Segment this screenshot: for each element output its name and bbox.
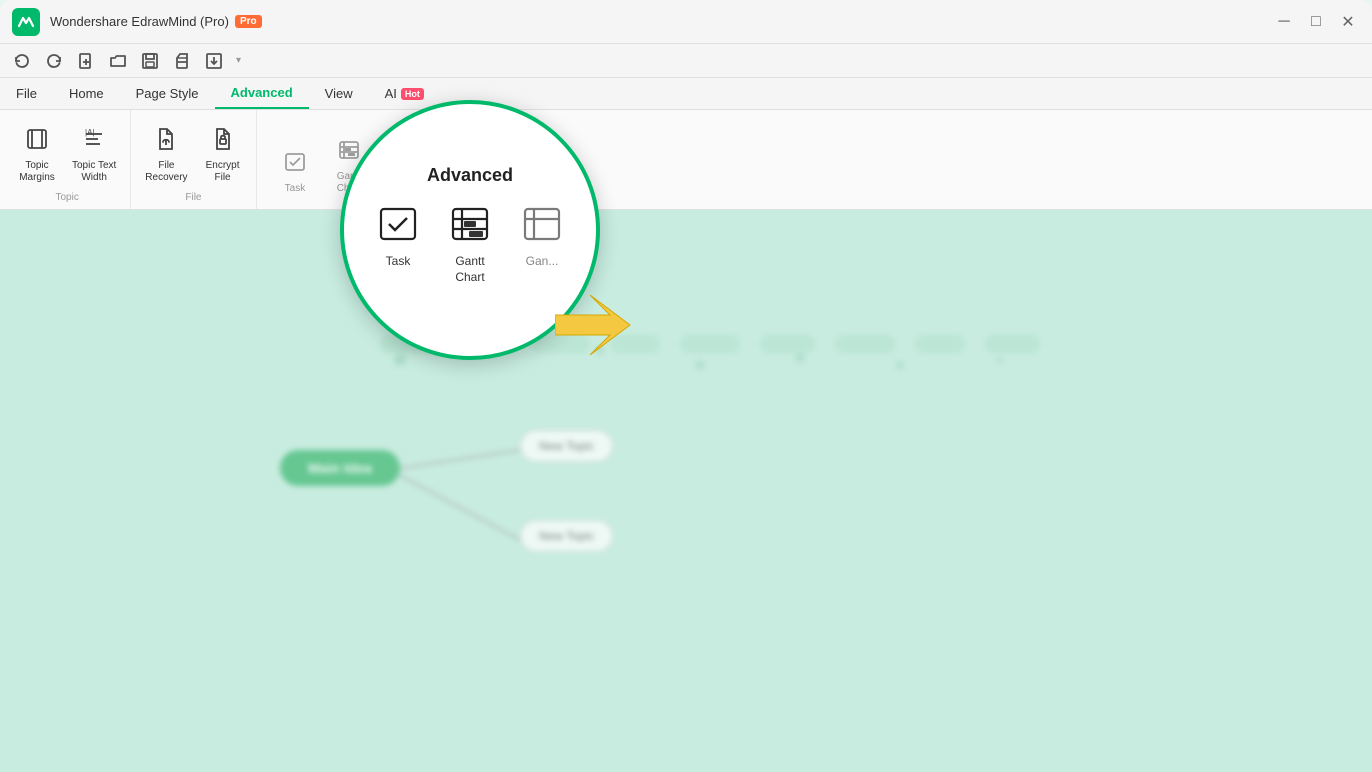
topic-margins-icon [25,127,49,157]
file-recovery-label: FileRecovery [145,160,187,184]
magnify-gantt2-item: Gan... [518,200,566,270]
magnify-gantt2-icon [518,200,566,248]
mindmap-container: Main Idea New Topic New Topic [0,210,1372,772]
export-button[interactable] [200,47,228,75]
encrypt-file-icon [211,127,235,157]
print-button[interactable] [168,47,196,75]
app-logo [12,8,40,36]
ai-hot-badge: Hot [401,88,424,100]
open-button[interactable] [104,47,132,75]
task-icon [283,150,307,180]
encrypt-file-label: EncryptFile [206,160,240,184]
menu-bar: File Home Page Style Advanced View AI Ho… [0,78,1372,110]
menu-file[interactable]: File [0,78,53,109]
topic-text-width-label: Topic TextWidth [72,160,116,184]
arrow-pointer [555,295,635,355]
undo-button[interactable] [8,47,36,75]
magnify-task-icon [374,200,422,248]
svg-text:|A|: |A| [85,128,95,137]
app-title: Wondershare EdrawMind (Pro) [50,14,229,29]
task-label: Task [285,183,306,195]
file-recovery-icon [154,127,178,157]
canvas-area[interactable]: Main Idea New Topic New Topic [0,210,1372,772]
magnify-title: Advanced [427,165,513,186]
branch-node-2: New Topic [520,520,613,552]
branch-node-1: New Topic [520,430,613,462]
close-button[interactable]: ✕ [1336,10,1360,34]
file-group-label: File [185,188,201,205]
magnify-gantt-label: GanttChart [455,254,484,285]
title-bar: Wondershare EdrawMind (Pro) Pro ─ □ ✕ [0,0,1372,44]
pro-badge: Pro [235,15,262,28]
menu-ai[interactable]: AI Hot [369,78,440,109]
menu-view[interactable]: View [309,78,369,109]
redo-button[interactable] [40,47,68,75]
magnify-items: Task GanttChart [374,200,566,285]
magnify-task-item: Task [374,200,422,270]
window-controls: ─ □ ✕ [1272,10,1360,34]
task-button[interactable]: Task [270,146,320,199]
export-dropdown-arrow[interactable]: ▾ [232,55,245,66]
maximize-button[interactable]: □ [1304,10,1328,34]
new-file-button[interactable] [72,47,100,75]
menu-home[interactable]: Home [53,78,120,109]
magnify-gantt2-label: Gan... [526,254,559,270]
magnify-gantt-icon [446,200,494,248]
file-recovery-button[interactable]: FileRecovery [139,123,193,188]
save-button[interactable] [136,47,164,75]
ribbon: TopicMargins |A| Topic TextWidth Topic [0,110,1372,210]
encrypt-file-button[interactable]: EncryptFile [198,123,248,188]
topic-margins-button[interactable]: TopicMargins [12,123,62,188]
topic-text-width-button[interactable]: |A| Topic TextWidth [66,123,122,188]
minimize-button[interactable]: ─ [1272,10,1296,34]
topic-text-width-icon: |A| [82,127,106,157]
ribbon-group-topic: TopicMargins |A| Topic TextWidth Topic [4,110,131,209]
menu-page-style[interactable]: Page Style [120,78,215,109]
topic-group-label: Topic [55,188,78,205]
magnify-gantt-item: GanttChart [446,200,494,285]
menu-advanced[interactable]: Advanced [215,78,309,109]
topic-margins-label: TopicMargins [19,160,55,184]
magnify-task-label: Task [386,254,411,270]
connector-lines [0,210,1372,772]
ribbon-group-file: FileRecovery EncryptFile File [131,110,256,209]
quick-access-toolbar: ▾ [0,44,1372,78]
central-node: Main Idea [280,450,400,486]
